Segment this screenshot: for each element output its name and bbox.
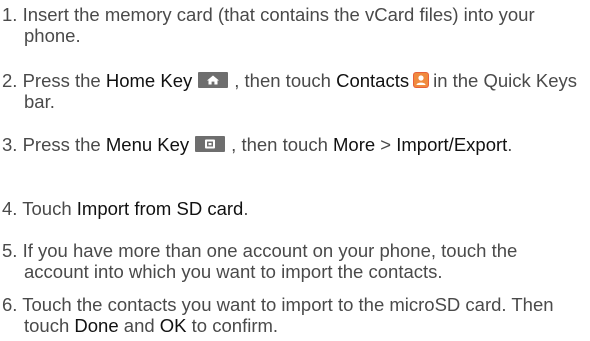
- step-text: If you have more than one account on you…: [22, 240, 518, 282]
- step-text: Press the: [22, 134, 101, 155]
- step-2: 2. Press the Home Key , then touch Contac…: [2, 70, 587, 112]
- import-from-sd-label: Import from SD card: [76, 198, 244, 219]
- step-4: 4. Touch Import from SD card.: [2, 198, 587, 219]
- step-1: 1. Insert the memory card (that contains…: [2, 4, 587, 46]
- instruction-steps: 1. Insert the memory card (that contains…: [0, 0, 590, 341]
- home-key-label: Home Key: [105, 70, 193, 91]
- step-number: 6.: [2, 294, 18, 315]
- step-number: 1.: [2, 4, 18, 25]
- menu-key-label: Menu Key: [105, 134, 190, 155]
- step-text: Press the: [22, 70, 101, 91]
- separator: >: [380, 134, 392, 155]
- step-text: , then touch: [234, 70, 331, 91]
- ok-label: OK: [159, 315, 187, 336]
- done-label: Done: [74, 315, 119, 336]
- import-export-label: Import/Export: [396, 134, 508, 155]
- step-text: Insert the memory card (that contains th…: [22, 4, 535, 46]
- contacts-label: Contacts: [336, 70, 410, 91]
- step-text: , then touch: [231, 134, 328, 155]
- contacts-icon: [413, 72, 430, 89]
- step-text: to confirm.: [191, 315, 279, 336]
- step-text: Touch: [22, 198, 72, 219]
- step-text: and: [123, 315, 155, 336]
- step-6: 6. Touch the contacts you want to import…: [2, 294, 587, 336]
- step-3: 3. Press the Menu Key , then touch More >…: [2, 134, 587, 155]
- step-text: .: [243, 198, 249, 219]
- home-key-icon: [198, 72, 229, 89]
- step-number: 5.: [2, 240, 18, 261]
- step-5: 5. If you have more than one account on …: [2, 240, 587, 282]
- more-label: More: [333, 134, 376, 155]
- menu-key-icon: [195, 136, 226, 153]
- step-number: 2.: [2, 70, 18, 91]
- step-number: 4.: [2, 198, 18, 219]
- step-text: .: [507, 134, 513, 155]
- step-number: 3.: [2, 134, 18, 155]
